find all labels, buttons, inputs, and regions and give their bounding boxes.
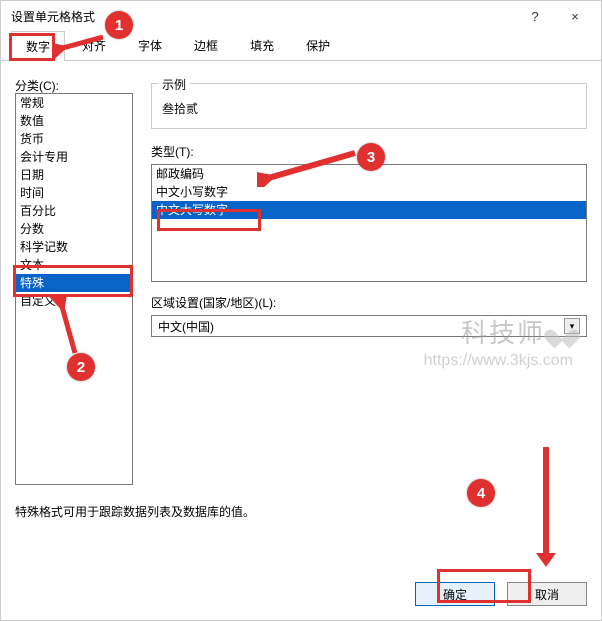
help-button[interactable]: ?	[515, 2, 555, 30]
type-list[interactable]: 邮政编码 中文小写数字 中文大写数字	[151, 164, 587, 282]
locale-label: 区域设置(国家/地区)(L):	[151, 294, 587, 311]
category-item-custom[interactable]: 自定义	[16, 292, 132, 310]
category-item-currency[interactable]: 货币	[16, 130, 132, 148]
tab-bar: 数字 对齐 字体 边框 填充 保护	[1, 31, 601, 61]
dialog-content: 分类(C): 常规 数值 货币 会计专用 日期 时间 百分比 分数 科学记数 文…	[1, 63, 601, 560]
sample-label: 示例	[158, 76, 190, 93]
sample-value: 叁拾贰	[162, 100, 576, 117]
titlebar: 设置单元格格式 ? ×	[1, 1, 601, 31]
locale-value: 中文(中国)	[158, 318, 214, 335]
category-item-special[interactable]: 特殊	[16, 274, 132, 292]
category-item-time[interactable]: 时间	[16, 184, 132, 202]
tab-font[interactable]: 字体	[123, 30, 177, 60]
category-item-accounting[interactable]: 会计专用	[16, 148, 132, 166]
chevron-down-icon: ▾	[564, 318, 580, 334]
tab-number[interactable]: 数字	[11, 31, 65, 61]
type-item-zip[interactable]: 邮政编码	[152, 165, 586, 183]
category-label: 分类(C):	[15, 77, 59, 94]
locale-select[interactable]: 中文(中国) ▾	[151, 315, 587, 337]
dialog-buttons: 确定 取消	[415, 582, 587, 606]
format-cells-dialog: 设置单元格格式 ? × 数字 对齐 字体 边框 填充 保护 分类(C): 常规 …	[0, 0, 602, 621]
sample-box: 示例 叁拾贰	[151, 83, 587, 129]
category-item-scientific[interactable]: 科学记数	[16, 238, 132, 256]
tab-fill[interactable]: 填充	[235, 30, 289, 60]
description-text: 特殊格式可用于跟踪数据列表及数据库的值。	[15, 503, 255, 570]
category-item-fraction[interactable]: 分数	[16, 220, 132, 238]
category-item-percentage[interactable]: 百分比	[16, 202, 132, 220]
category-item-number[interactable]: 数值	[16, 112, 132, 130]
type-label: 类型(T):	[151, 143, 587, 160]
ok-button[interactable]: 确定	[415, 582, 495, 606]
dialog-title: 设置单元格格式	[11, 8, 515, 25]
type-item-chinese-lower[interactable]: 中文小写数字	[152, 183, 586, 201]
category-item-general[interactable]: 常规	[16, 94, 132, 112]
tab-border[interactable]: 边框	[179, 30, 233, 60]
close-button[interactable]: ×	[555, 2, 595, 30]
tab-protection[interactable]: 保护	[291, 30, 345, 60]
cancel-button[interactable]: 取消	[507, 582, 587, 606]
category-item-text[interactable]: 文本	[16, 256, 132, 274]
tab-alignment[interactable]: 对齐	[67, 30, 121, 60]
category-item-date[interactable]: 日期	[16, 166, 132, 184]
type-item-chinese-upper[interactable]: 中文大写数字	[152, 201, 586, 219]
right-panel: 示例 叁拾贰 类型(T): 邮政编码 中文小写数字 中文大写数字 区域设置(国家…	[151, 77, 587, 337]
category-list[interactable]: 常规 数值 货币 会计专用 日期 时间 百分比 分数 科学记数 文本 特殊 自定…	[15, 93, 133, 485]
